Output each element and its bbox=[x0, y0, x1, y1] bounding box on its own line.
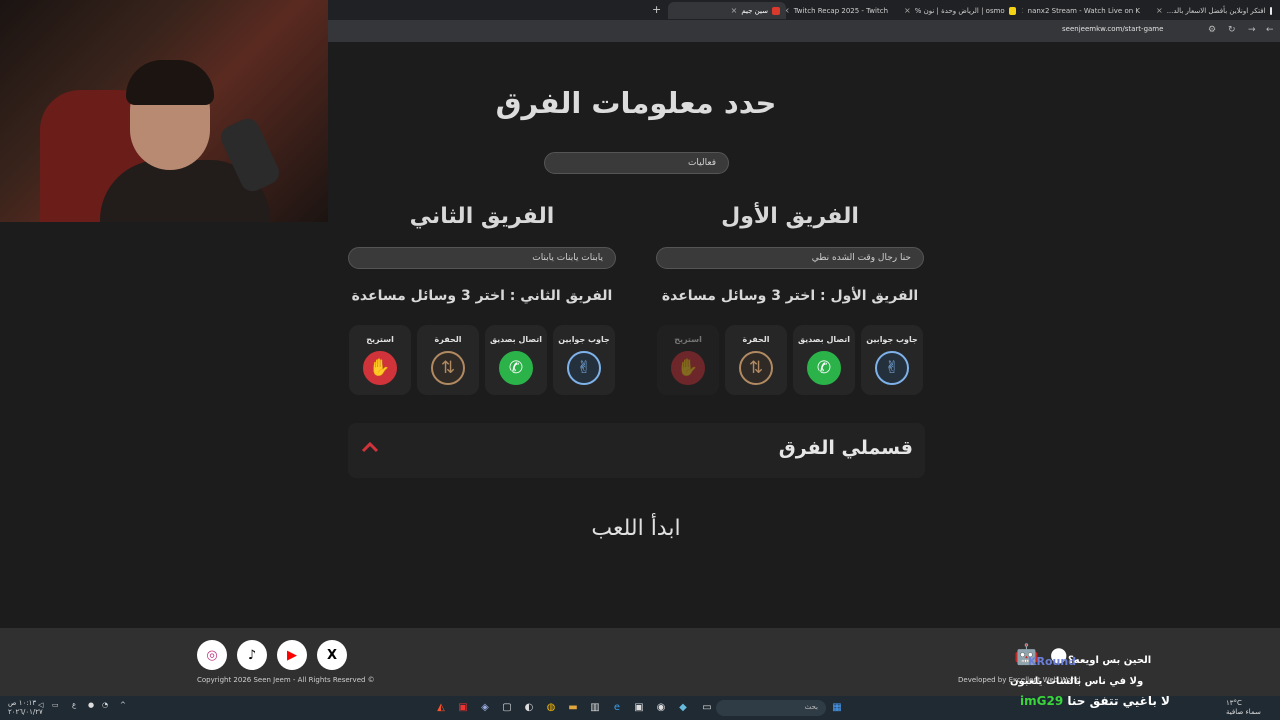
team2-aid-pit[interactable]: الحفرة ⇅ bbox=[417, 325, 479, 395]
team2-aid-rest[interactable]: استريح ✋ bbox=[349, 325, 411, 395]
site-settings-icon[interactable]: ⚙ bbox=[1208, 25, 1216, 35]
tab-favicon-icon bbox=[1008, 6, 1016, 15]
app-icon[interactable]: ▣ bbox=[632, 701, 646, 715]
tab-label: osmo | الرياض وحدة | نون % bbox=[914, 6, 1005, 15]
app-icon[interactable]: ◆ bbox=[676, 701, 690, 715]
aid-label: الحفرة bbox=[434, 335, 462, 344]
stop-hand-icon: ✋ bbox=[671, 351, 705, 385]
close-icon[interactable]: × bbox=[731, 6, 738, 15]
team1-aid-pit[interactable]: الحفرة ⇅ bbox=[725, 325, 787, 395]
lang-indicator[interactable]: ع bbox=[72, 701, 76, 709]
team1-aid-answer-two[interactable]: جاوب جوابين ✌ bbox=[861, 325, 923, 395]
tab-label: nanx2 Stream - Watch Live on K bbox=[1027, 6, 1140, 15]
stream-chat-message: لا باغيي تتفق حنا imG29 bbox=[1020, 694, 1170, 708]
stop-hand-icon: ✋ bbox=[363, 351, 397, 385]
peace-hand-icon: ✌ bbox=[567, 351, 601, 385]
instagram-icon[interactable]: ◎ bbox=[197, 640, 227, 670]
app-icon[interactable]: ▢ bbox=[500, 701, 514, 715]
youtube-icon[interactable]: ▶ bbox=[277, 640, 307, 670]
reload-icon[interactable]: ↻ bbox=[1228, 25, 1236, 35]
app-icon[interactable]: ▭ bbox=[700, 701, 714, 715]
aid-label: استريح bbox=[674, 335, 702, 344]
close-icon[interactable]: × bbox=[904, 6, 911, 15]
split-teams-accordion[interactable]: قسملي الفرق bbox=[348, 423, 925, 478]
aid-label: اتصال بصديق bbox=[797, 335, 851, 344]
tab-5-active[interactable]: سين جيم × bbox=[668, 2, 786, 19]
phone-icon: ✆ bbox=[807, 351, 841, 385]
team2-aid-call-friend[interactable]: اتصال بصديق ✆ bbox=[485, 325, 547, 395]
team1-title: الفريق الأول bbox=[721, 204, 859, 229]
aid-label: الحفرة bbox=[742, 335, 770, 344]
overlay-line2: ولا في ناس بالشات يلعبون bbox=[1010, 676, 1144, 687]
chevron-up-icon[interactable] bbox=[360, 437, 380, 457]
aid-label: استريح bbox=[366, 335, 394, 344]
webcam-overlay bbox=[0, 0, 328, 222]
weather-desc: سماء صافية bbox=[1226, 708, 1261, 716]
chat-user: imG29 bbox=[1020, 694, 1064, 708]
pit-icon: ⇅ bbox=[431, 351, 465, 385]
url-text[interactable]: seenjeemkw.com/start-game bbox=[1062, 25, 1163, 33]
new-tab-icon[interactable]: + bbox=[652, 3, 661, 16]
peace-hand-icon: ✌ bbox=[875, 351, 909, 385]
forward-icon[interactable]: → bbox=[1248, 25, 1256, 35]
tab-label: افتكر اونلاين بأفضل الاسعار بالد... bbox=[1166, 6, 1266, 15]
close-icon[interactable]: × bbox=[1022, 6, 1024, 15]
team2-title: الفريق الثاني bbox=[409, 204, 555, 229]
chevron-up-icon[interactable]: ^ bbox=[120, 701, 126, 709]
team1-aid-rest[interactable]: استريح ✋ bbox=[657, 325, 719, 395]
x-icon[interactable]: X bbox=[317, 640, 347, 670]
team2-name-input[interactable]: يابنات يابنات يابنات bbox=[348, 247, 616, 269]
page-title: حدد معلومات الفرق bbox=[495, 86, 777, 120]
tab-1[interactable]: افتكر اونلاين بأفضل الاسعار بالد... × bbox=[1150, 2, 1278, 19]
footer: ◎ ♪ ▶ X Copyright 2026 Seen Jeem - All R… bbox=[0, 628, 1280, 696]
tab-4[interactable]: Twitch Recap 2025 - Twitch × bbox=[786, 2, 898, 19]
team1-aid-call-friend[interactable]: اتصال بصديق ✆ bbox=[793, 325, 855, 395]
aid-label: جاوب جوابين bbox=[866, 335, 918, 344]
accordion-title: قسملي الفرق bbox=[778, 437, 913, 459]
files-icon[interactable]: ▬ bbox=[566, 701, 580, 715]
close-icon[interactable]: × bbox=[786, 6, 790, 15]
screen: افتكر اونلاين بأفضل الاسعار بالد... × na… bbox=[0, 0, 1280, 720]
clock-time[interactable]: ١٠:١٣ ص bbox=[8, 699, 36, 707]
obs-icon[interactable]: ◐ bbox=[522, 701, 536, 715]
steam-icon[interactable]: ◈ bbox=[478, 701, 492, 715]
tab-label: سين جيم bbox=[741, 6, 768, 15]
start-game-button[interactable]: ابدأ اللعب bbox=[540, 516, 732, 541]
tiktok-icon[interactable]: ♪ bbox=[237, 640, 267, 670]
phone-icon: ✆ bbox=[499, 351, 533, 385]
app-icon[interactable]: ▣ bbox=[456, 701, 470, 715]
clock-date[interactable]: ٢٠٢٦/٠١/٢٧ bbox=[8, 708, 43, 716]
chat-message: لا باغيي تتفق حنا bbox=[1067, 694, 1170, 708]
store-icon[interactable]: ▥ bbox=[588, 701, 602, 715]
aid-label: جاوب جوابين bbox=[558, 335, 610, 344]
chrome-icon[interactable]: ◍ bbox=[544, 701, 558, 715]
tab-favicon-icon bbox=[1269, 6, 1272, 15]
teams-icon[interactable]: ◉ bbox=[654, 701, 668, 715]
person-hair bbox=[126, 60, 214, 105]
category-input[interactable]: فعاليات bbox=[544, 152, 729, 174]
close-icon[interactable]: × bbox=[1156, 6, 1163, 15]
overlay-line1: الحين بس اويعه؟ bbox=[1068, 655, 1152, 666]
taskbar-search[interactable]: بحث bbox=[716, 700, 826, 716]
tab-favicon-icon bbox=[772, 6, 780, 15]
weather-temp: ١٣°C bbox=[1226, 699, 1242, 707]
team2-aid-answer-two[interactable]: جاوب جوابين ✌ bbox=[553, 325, 615, 395]
mic-icon[interactable]: ● bbox=[88, 701, 94, 709]
team2-instruction: الفريق الثاني : اختر 3 وسائل مساعدة bbox=[351, 288, 613, 304]
back-icon[interactable]: ← bbox=[1266, 25, 1274, 35]
tab-label: Twitch Recap 2025 - Twitch bbox=[793, 6, 888, 15]
network-icon[interactable]: ◔ bbox=[102, 701, 108, 709]
display-icon[interactable]: ▭ bbox=[52, 701, 59, 709]
edge-icon[interactable]: e bbox=[610, 701, 624, 715]
team1-name-input[interactable]: حنا رجال وقت الشده نطي bbox=[656, 247, 924, 269]
tab-2[interactable]: nanx2 Stream - Watch Live on K × bbox=[1022, 2, 1150, 19]
pit-icon: ⇅ bbox=[739, 351, 773, 385]
tab-3[interactable]: osmo | الرياض وحدة | نون % × bbox=[898, 2, 1022, 19]
aid-label: اتصال بصديق bbox=[489, 335, 543, 344]
team1-instruction: الفريق الأول : اختر 3 وسائل مساعدة bbox=[661, 288, 919, 304]
start-icon[interactable]: ▦ bbox=[830, 701, 844, 715]
copyright-text: Copyright 2026 Seen Jeem - All Rights Re… bbox=[197, 676, 375, 684]
taskbar: ١٣°C سماء صافية ▦ بحث ▭ ◆ ◉ ▣ e ▥ ▬ ◍ ◐ … bbox=[0, 694, 1280, 720]
brave-icon[interactable]: ◭ bbox=[434, 701, 448, 715]
